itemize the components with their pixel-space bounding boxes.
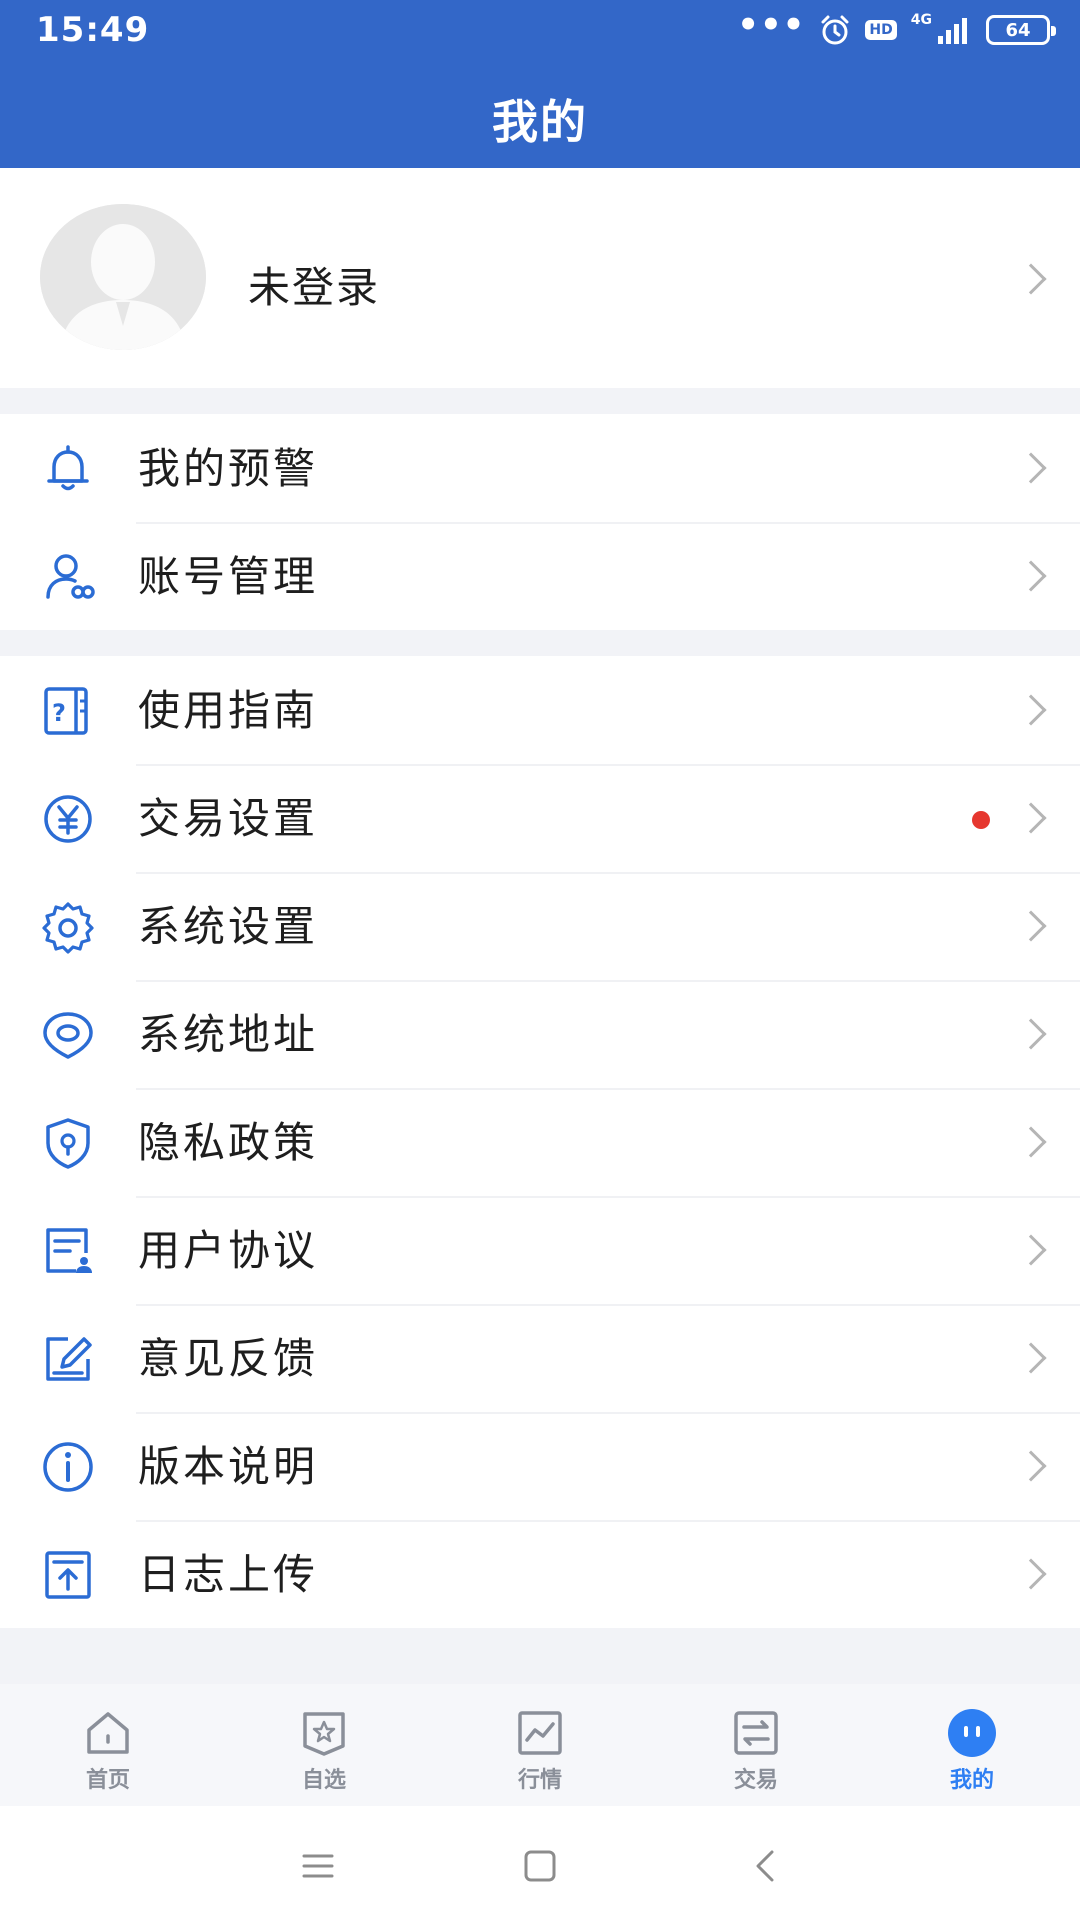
avatar [40,204,206,350]
tab-label: 交易 [733,1768,778,1793]
chevron-right-icon [1015,1234,1047,1266]
menu-section-1: 我的预警 账号管理 [0,414,1080,630]
tab-watchlist[interactable]: 自选 [216,1684,432,1806]
menu-label: 用户协议 [138,1226,319,1275]
menu-item-my-alerts[interactable]: 我的预警 [0,414,1080,522]
upload-icon [45,1551,91,1599]
status-icons: ••• HD 4G 64 [737,5,1056,48]
hd-icon: HD [865,20,897,40]
svg-text:?: ? [52,699,66,727]
shield-lock-icon [46,1118,90,1169]
tab-mine[interactable]: 我的 [864,1684,1080,1806]
menu-item-user-guide[interactable]: ? 使用指南 [0,656,1080,764]
yuan-icon [44,795,92,843]
profile-face-icon [948,1709,996,1757]
menu-item-system-settings[interactable]: 系统设置 [0,872,1080,980]
status-time: 15:49 [36,10,150,50]
more-notifications-icon: ••• [737,5,806,45]
menu-label: 隐私政策 [138,1118,319,1167]
menu-item-privacy-policy[interactable]: 隐私政策 [0,1088,1080,1196]
tab-label: 自选 [301,1768,346,1793]
app-header: 15:49 ••• HD 4G 64 我的 [0,0,1080,168]
alarm-icon [821,15,849,45]
chevron-right-icon [1015,1018,1047,1050]
system-nav-bar [0,1806,1080,1920]
menu-item-system-address[interactable]: 系统地址 [0,980,1080,1088]
home-icon [87,1712,129,1754]
tab-home[interactable]: 首页 [0,1684,216,1806]
battery-icon: 64 [986,15,1056,45]
login-status-label: 未登录 [248,263,381,312]
menu-label: 我的预警 [138,444,319,493]
chevron-right-icon [1015,802,1047,834]
menu-item-trade-settings[interactable]: 交易设置 [0,764,1080,872]
menu-label: 意见反馈 [138,1334,319,1383]
menu-item-feedback[interactable]: 意见反馈 [0,1304,1080,1412]
battery-level: 64 [1005,19,1031,41]
chevron-right-icon [1015,1126,1047,1158]
default-avatar-icon [40,204,206,350]
chevron-right-icon [1015,452,1047,484]
edit-icon [46,1337,92,1381]
star-badge-icon [303,1712,345,1756]
menu-item-log-upload[interactable]: 日志上传 [0,1520,1080,1628]
menu-icon[interactable] [288,1836,348,1896]
back-icon[interactable] [736,1836,796,1896]
info-icon [43,1442,93,1492]
user-account-icon [46,554,95,599]
chevron-right-icon [1015,263,1047,295]
bell-icon [47,445,89,491]
menu-label: 账号管理 [138,552,319,601]
menu-label: 使用指南 [138,686,319,735]
network-type: 4G [910,12,932,28]
signal-icon [938,18,967,44]
page-title: 我的 [492,95,588,149]
chevron-right-icon [1015,1342,1047,1374]
menu-label: 系统地址 [138,1010,319,1059]
tab-trade[interactable]: 交易 [648,1684,864,1806]
chevron-right-icon [1015,560,1047,592]
chart-icon [518,1711,562,1755]
tab-label: 我的 [949,1768,994,1793]
home-square-icon[interactable] [510,1836,570,1896]
guide-icon: ? [44,687,88,735]
chevron-right-icon [1015,694,1047,726]
menu-item-account-management[interactable]: 账号管理 [0,522,1080,630]
tab-market[interactable]: 行情 [432,1684,648,1806]
exchange-icon [734,1711,778,1755]
chevron-right-icon [1015,1558,1047,1590]
profile-row[interactable]: 未登录 [0,168,1080,388]
tab-label: 行情 [517,1768,562,1793]
agreement-icon [46,1228,92,1273]
tab-label: 首页 [85,1768,130,1793]
status-bar: 15:49 ••• HD 4G 64 [0,0,1080,60]
menu-section-2: ? 使用指南 交易设置 系统设置 系统地址 隐私政策 用户协议 意见反馈 版本说… [0,656,1080,1628]
notification-dot [972,811,990,829]
menu-label: 日志上传 [138,1550,319,1599]
menu-label: 交易设置 [138,794,319,843]
menu-item-user-agreement[interactable]: 用户协议 [0,1196,1080,1304]
menu-item-version-info[interactable]: 版本说明 [0,1412,1080,1520]
menu-label: 版本说明 [138,1442,319,1491]
gear-icon [42,902,94,954]
chevron-right-icon [1015,1450,1047,1482]
chevron-right-icon [1015,910,1047,942]
menu-label: 系统设置 [138,902,319,951]
bottom-tab-bar: 首页 自选 行情 交易 我的 [0,1684,1080,1806]
location-icon [43,1012,93,1059]
